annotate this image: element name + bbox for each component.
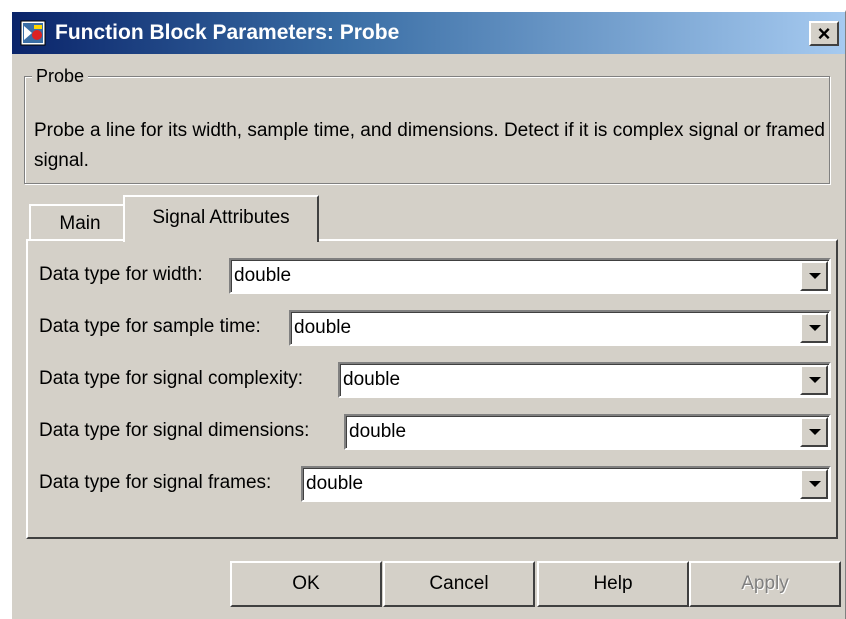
- help-button[interactable]: Help: [537, 561, 689, 607]
- tab-signal-attributes-label: Signal Attributes: [152, 207, 290, 228]
- chevron-down-icon[interactable]: [800, 469, 828, 499]
- dropdown-value: double: [343, 369, 401, 390]
- field-label-sample-time: Data type for sample time:: [39, 316, 261, 337]
- cancel-button[interactable]: Cancel: [383, 561, 535, 607]
- field-label-width: Data type for width:: [39, 264, 203, 285]
- chevron-down-icon[interactable]: [800, 261, 828, 291]
- ok-button[interactable]: OK: [230, 561, 382, 607]
- width-type-dropdown[interactable]: double: [229, 258, 831, 294]
- sample-time-type-dropdown[interactable]: double: [289, 310, 831, 346]
- chevron-down-icon[interactable]: [800, 365, 828, 395]
- dimensions-type-dropdown[interactable]: double: [344, 414, 831, 450]
- dropdown-value: double: [234, 265, 292, 286]
- window-title: Function Block Parameters: Probe: [55, 21, 400, 44]
- tab-signal-attributes[interactable]: Signal Attributes: [123, 195, 319, 242]
- chevron-down-icon[interactable]: [800, 313, 828, 343]
- simulink-block-icon: [20, 20, 46, 46]
- dropdown-value: double: [349, 421, 407, 442]
- close-button[interactable]: ×: [809, 21, 839, 46]
- complexity-type-dropdown[interactable]: double: [338, 362, 831, 398]
- dropdown-value: double: [306, 473, 364, 494]
- field-label-complexity: Data type for signal complexity:: [39, 368, 304, 389]
- frames-type-dropdown[interactable]: double: [301, 466, 831, 502]
- dialog-window: Function Block Parameters: Probe × Probe…: [10, 10, 846, 619]
- tab-main[interactable]: Main: [29, 204, 129, 240]
- close-icon: ×: [817, 20, 831, 46]
- groupbox-legend: Probe: [32, 65, 89, 87]
- block-description: Probe a line for its width, sample time,…: [34, 120, 825, 171]
- tab-main-label: Main: [59, 213, 101, 234]
- dropdown-value: double: [294, 317, 352, 338]
- apply-button[interactable]: Apply: [689, 561, 841, 607]
- title-bar[interactable]: Function Block Parameters: Probe ×: [12, 12, 845, 54]
- field-label-dimensions: Data type for signal dimensions:: [39, 420, 310, 441]
- field-label-frames: Data type for signal frames:: [39, 472, 272, 493]
- chevron-down-icon[interactable]: [800, 417, 828, 447]
